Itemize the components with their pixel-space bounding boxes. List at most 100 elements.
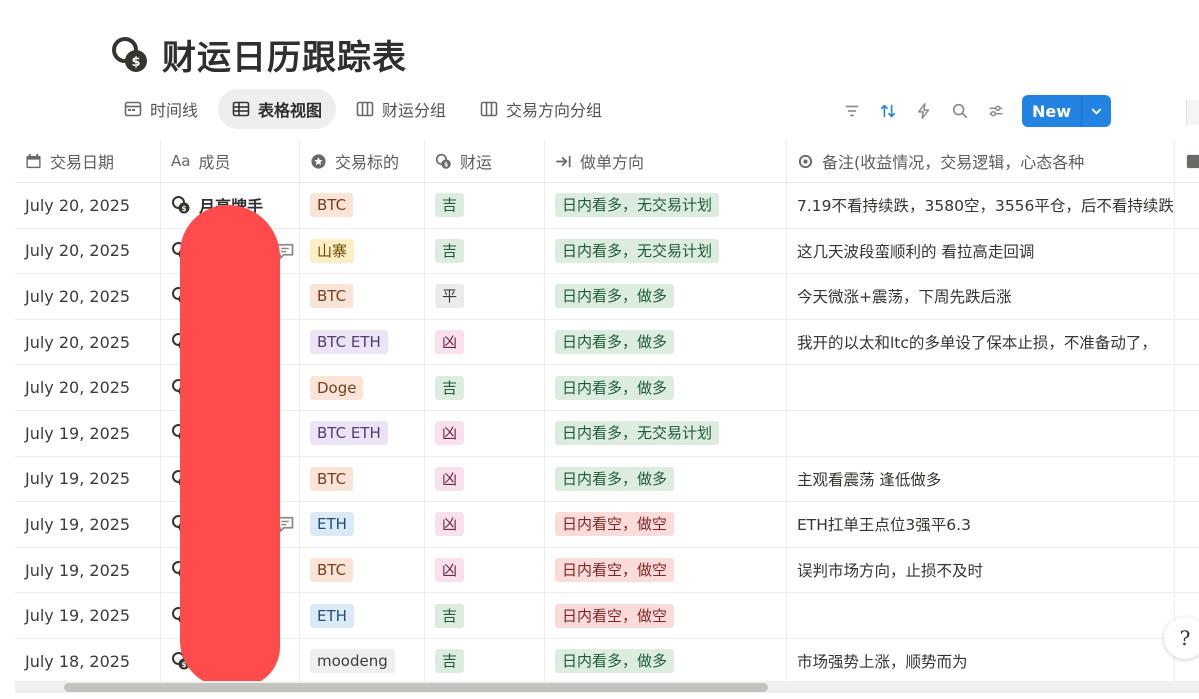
note-cell[interactable] <box>787 410 1175 456</box>
fortune-cell[interactable]: 凶 <box>425 502 545 547</box>
target-cell[interactable]: BTC <box>300 274 425 319</box>
direction-cell[interactable]: 日内看多，无交易计划 <box>545 183 787 228</box>
target-tag: 山寨 <box>310 238 355 263</box>
date-cell[interactable]: July 19, 2025 <box>15 593 161 638</box>
fortune-cell[interactable]: 凶 <box>425 547 545 593</box>
note-cell[interactable]: 这几天波段蛮顺利的 看拉高走回调 <box>787 228 1175 274</box>
date-cell[interactable]: July 19, 2025 <box>15 456 161 502</box>
extra-cell[interactable] <box>1175 274 1199 319</box>
direction-cell[interactable]: 日内看多，做多 <box>545 638 787 684</box>
direction-cell[interactable]: 日内看多，做多 <box>545 365 787 410</box>
page-title[interactable]: 财运日历跟踪表 <box>162 30 407 79</box>
filter-icon[interactable] <box>842 101 862 121</box>
column-header-member[interactable]: Aa 成员 <box>161 140 300 182</box>
extra-cell[interactable] <box>1175 183 1199 228</box>
note-cell[interactable]: 今天微涨+震荡，下周先跌后涨 <box>787 274 1175 319</box>
fortune-cell[interactable]: 凶 <box>425 410 545 456</box>
extra-cell[interactable] <box>1175 457 1199 502</box>
fortune-cell[interactable]: 凶 <box>425 456 545 502</box>
direction-cell[interactable]: 日内看多，无交易计划 <box>545 228 787 274</box>
target-cell[interactable]: BTC <box>300 456 425 502</box>
note-cell[interactable]: 误判市场方向，止损不及时 <box>787 547 1175 593</box>
target-cell[interactable]: BTC ETH <box>300 319 425 365</box>
note-cell[interactable] <box>787 365 1175 410</box>
fortune-cell[interactable]: 吉 <box>425 593 545 638</box>
column-header-target[interactable]: 交易标的 <box>300 140 425 182</box>
direction-tag: 日内看多，做多 <box>555 330 675 355</box>
arrow-right-icon <box>556 155 571 167</box>
column-header-more[interactable] <box>1175 140 1199 182</box>
new-button-label[interactable]: New <box>1022 95 1081 127</box>
column-header-date[interactable]: 交易日期 <box>15 140 161 182</box>
column-header-label: 财运 <box>460 153 493 172</box>
note-cell[interactable]: ETH扛单王点位3强平6.3 <box>787 502 1175 547</box>
fortune-cell[interactable]: 吉 <box>425 183 545 228</box>
target-cell[interactable]: ETH <box>300 593 425 638</box>
chevron-down-icon[interactable] <box>1082 95 1111 127</box>
target-cell[interactable]: ETH <box>300 502 425 547</box>
search-icon[interactable] <box>950 101 970 121</box>
target-tag: BTC <box>310 466 354 491</box>
extra-cell[interactable] <box>1175 229 1199 274</box>
target-tag: BTC ETH <box>310 421 388 446</box>
fortune-cell[interactable]: 吉 <box>425 228 545 274</box>
target-cell[interactable]: Doge <box>300 365 425 410</box>
target-cell[interactable]: BTC <box>300 547 425 593</box>
view-tab-fortune-group[interactable]: 财运分组 <box>342 89 460 129</box>
fortune-tag: 凶 <box>435 466 465 491</box>
direction-cell[interactable]: 日内看多，做多 <box>545 274 787 319</box>
date-cell[interactable]: July 19, 2025 <box>15 502 161 547</box>
help-button[interactable]: ? <box>1164 617 1199 659</box>
fortune-cell[interactable]: 吉 <box>425 638 545 684</box>
view-tab-direction-group[interactable]: 交易方向分组 <box>466 89 616 129</box>
view-tab-table[interactable]: 表格视图 <box>218 89 337 129</box>
date-cell[interactable]: July 20, 2025 <box>15 319 161 365</box>
settings-icon[interactable] <box>986 101 1006 121</box>
note-cell[interactable]: 我开的以太和ltc的多单设了保本止损，不准备动了， <box>787 319 1175 365</box>
direction-cell[interactable]: 日内看空，做空 <box>545 547 787 593</box>
column-header-direction[interactable]: 做单方向 <box>545 140 787 182</box>
direction-cell[interactable]: 日内看空，做空 <box>545 502 787 547</box>
extra-cell[interactable] <box>1175 365 1199 410</box>
date-cell[interactable]: July 20, 2025 <box>15 183 161 228</box>
column-header-fortune[interactable]: $ 财运 <box>425 140 545 182</box>
extra-cell[interactable] <box>1175 411 1199 456</box>
note-cell[interactable]: 7.19不看持续跌，3580空，3556平仓，后不看持续跌 <box>787 183 1175 228</box>
date-cell[interactable]: July 19, 2025 <box>15 410 161 456</box>
fortune-cell[interactable]: 凶 <box>425 319 545 365</box>
target-cell[interactable]: BTC ETH <box>300 410 425 456</box>
date-cell[interactable]: July 20, 2025 <box>15 228 161 274</box>
target-cell[interactable]: BTC <box>300 183 425 228</box>
side-panel-edge <box>1186 100 1199 125</box>
note-cell[interactable]: 主观看震荡 逢低做多 <box>787 456 1175 502</box>
fortune-cell[interactable]: 平 <box>425 274 545 319</box>
target-cell[interactable]: 山寨 <box>300 228 425 274</box>
column-header-note[interactable]: 备注(收益情况，交易逻辑，心态各种 <box>787 140 1175 182</box>
direction-cell[interactable]: 日内看空，做空 <box>545 593 787 638</box>
date-cell[interactable]: July 20, 2025 <box>15 274 161 319</box>
date-cell[interactable]: July 20, 2025 <box>15 365 161 410</box>
target-cell[interactable]: moodeng <box>300 638 425 684</box>
automation-icon[interactable] <box>914 101 934 121</box>
direction-cell[interactable]: 日内看多，做多 <box>545 456 787 502</box>
fortune-cell[interactable]: 吉 <box>425 365 545 410</box>
select-icon <box>311 153 326 169</box>
money-fortune-icon: $ <box>172 196 190 214</box>
scrollbar-thumb[interactable] <box>64 683 768 692</box>
page-header: $ 财运日历跟踪表 <box>110 30 407 79</box>
sort-icon[interactable] <box>878 101 898 121</box>
direction-tag: 日内看空，做空 <box>555 512 675 537</box>
new-button[interactable]: New <box>1021 95 1111 127</box>
extra-cell[interactable] <box>1175 502 1199 547</box>
direction-cell[interactable]: 日内看多，做多 <box>545 319 787 365</box>
date-cell[interactable]: July 18, 2025 <box>15 638 161 684</box>
date-cell[interactable]: July 19, 2025 <box>15 547 161 593</box>
note-cell[interactable] <box>787 593 1175 638</box>
direction-cell[interactable]: 日内看多，无交易计划 <box>545 410 787 456</box>
money-fortune-icon[interactable]: $ <box>110 35 150 75</box>
view-tab-timeline[interactable]: 时间线 <box>110 89 212 129</box>
note-cell[interactable]: 市场强势上涨，顺势而为 <box>787 638 1175 684</box>
extra-cell[interactable] <box>1175 548 1199 593</box>
money-fortune-icon: $ <box>435 153 451 169</box>
extra-cell[interactable] <box>1175 320 1199 365</box>
